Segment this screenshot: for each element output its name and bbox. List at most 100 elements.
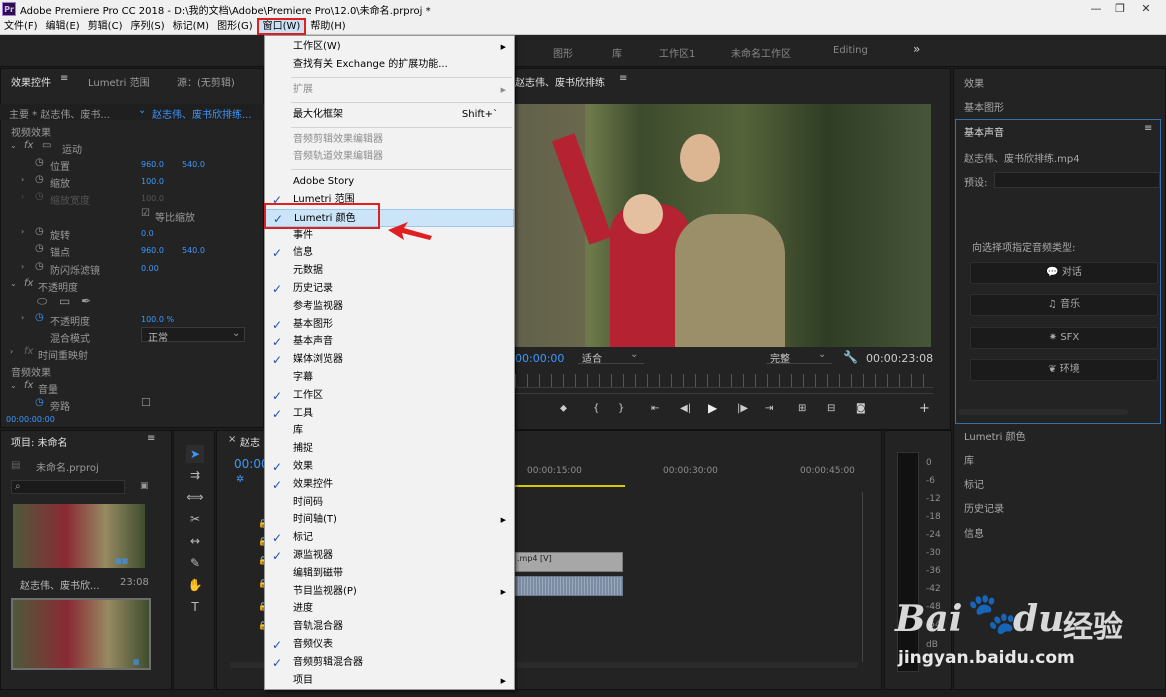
pen-icon[interactable]: ✎ (186, 554, 204, 572)
expand-icon[interactable]: › (21, 313, 24, 322)
tab-effect-controls[interactable]: 效果控件 (11, 74, 51, 89)
menu-item-15[interactable]: 元数据 (265, 262, 514, 280)
fx-icon[interactable]: fx (24, 346, 33, 357)
essential-sound-scrollbar[interactable] (958, 409, 1128, 415)
position-y-value[interactable]: 540.0 (182, 160, 205, 169)
menu-item-19[interactable]: ✓ 基本声音 (265, 333, 514, 351)
effect-controls-timecode[interactable]: 00:00:00:00 (6, 415, 55, 424)
expand-icon[interactable]: › (21, 192, 24, 201)
workspace-editing[interactable]: Editing (833, 45, 868, 56)
work-area-bar[interactable] (515, 485, 625, 487)
menu-item-31[interactable]: ✓ 源监视器 (265, 547, 514, 565)
menu-item-17[interactable]: 参考监视器 (265, 298, 514, 316)
menu-help[interactable]: 帮助(H) (306, 18, 349, 35)
menu-item-24[interactable]: 库 (265, 422, 514, 440)
music-button[interactable]: ♫ 音乐 (970, 294, 1158, 316)
stopwatch-icon[interactable]: ◷ (35, 226, 44, 237)
menu-item-0[interactable]: 工作区(W) ▶ (265, 38, 514, 56)
close-icon[interactable]: × (228, 434, 236, 445)
fx-icon[interactable]: fx (24, 278, 33, 289)
sequence-tab[interactable]: 赵志 (240, 434, 260, 449)
expand-icon[interactable]: › (21, 175, 24, 184)
position-x-value[interactable]: 960.0 (141, 160, 164, 169)
pen-mask-icon[interactable]: ✒ (81, 294, 91, 308)
menu-item-28[interactable]: 时间码 (265, 494, 514, 512)
menu-item-27[interactable]: ✓ 效果控件 (265, 476, 514, 494)
stopwatch-active-icon[interactable]: ◷ (35, 312, 44, 323)
sequence-thumbnail[interactable]: ▦ (11, 598, 151, 670)
stopwatch-icon[interactable]: ◷ (35, 243, 44, 254)
go-to-out-icon[interactable]: ⇥ (765, 403, 773, 414)
vertical-scrollbar[interactable] (862, 492, 870, 662)
program-monitor-title[interactable]: 赵志伟、废书欣排练 (515, 74, 605, 89)
panel-basic-graphics[interactable]: 基本图形 (964, 99, 1004, 114)
step-forward-icon[interactable]: |▶ (737, 403, 748, 414)
step-back-icon[interactable]: ◀| (680, 403, 691, 414)
project-title[interactable]: 项目: 未命名 (11, 434, 68, 449)
export-frame-icon[interactable]: ◙ (856, 403, 866, 414)
menu-item-26[interactable]: ✓ 效果 (265, 458, 514, 476)
collapse-icon[interactable]: ⌄ (10, 381, 17, 390)
menu-marker[interactable]: 标记(M) (169, 18, 213, 35)
menu-item-30[interactable]: ✓ 标记 (265, 529, 514, 547)
panel-menu-icon[interactable]: ≡ (147, 433, 155, 444)
menu-item-38[interactable]: 项目 ▶ (265, 672, 514, 690)
expand-icon[interactable]: › (21, 262, 24, 271)
mark-in-icon[interactable]: { (593, 403, 599, 414)
menu-item-14[interactable]: ✓ 信息 (265, 244, 514, 262)
play-icon[interactable]: ▶ (708, 401, 717, 415)
hand-icon[interactable]: ✋ (186, 576, 204, 594)
menu-graphics[interactable]: 图形(G) (213, 18, 257, 35)
clip-thumbnail[interactable]: ▦▦ (13, 504, 145, 568)
add-marker-icon[interactable]: ⬥ (560, 403, 567, 414)
project-search-input[interactable]: ⌕ (11, 480, 125, 494)
selection-tool-icon[interactable]: ➤ (186, 445, 204, 463)
video-clip[interactable]: .mp4 [V] (515, 552, 623, 572)
more-workspaces-icon[interactable]: » (913, 42, 920, 56)
menu-item-16[interactable]: ✓ 历史记录 (265, 280, 514, 298)
mark-out-icon[interactable]: } (618, 403, 624, 414)
slip-icon[interactable]: ↔ (186, 532, 204, 550)
sfx-button[interactable]: ✷ SFX (970, 327, 1158, 349)
ambience-button[interactable]: ❦ 环境 (970, 359, 1158, 381)
button-editor-icon[interactable]: + (919, 401, 930, 416)
bypass-checkbox[interactable]: ☐ (141, 396, 151, 409)
menu-item-29[interactable]: 时间轴(T) ▶ (265, 511, 514, 529)
workspace-libraries[interactable]: 库 (612, 45, 622, 60)
menu-item-10[interactable]: Adobe Story (265, 173, 514, 191)
menu-item-37[interactable]: ✓ 音频剪辑混合器 (265, 654, 514, 672)
menu-clip[interactable]: 剪辑(C) (84, 18, 127, 35)
essential-sound-title[interactable]: 基本声音 (964, 124, 1004, 139)
stopwatch-active-icon[interactable]: ◷ (35, 397, 44, 408)
scale-value[interactable]: 100.0 (141, 177, 164, 186)
wrench-icon[interactable]: 🔧 (843, 350, 858, 364)
anchor-x-value[interactable]: 960.0 (141, 246, 164, 255)
menu-file[interactable]: 文件(F) (0, 18, 42, 35)
stopwatch-icon[interactable]: ◷ (35, 191, 44, 202)
maximize-icon[interactable]: ❐ (1108, 1, 1132, 17)
dialogue-button[interactable]: 💬 对话 (970, 262, 1158, 284)
quality-select[interactable]: 完整 ⌄ (766, 349, 832, 365)
panel-lumetri-color[interactable]: Lumetri 颜色 (964, 428, 1026, 443)
tab-lumetri-scopes[interactable]: Lumetri 范围 (88, 74, 150, 89)
panel-info[interactable]: 信息 (964, 525, 984, 540)
lift-icon[interactable]: ⊞ (798, 403, 806, 414)
menu-item-20[interactable]: ✓ 媒体浏览器 (265, 351, 514, 369)
collapse-icon[interactable]: ⌄ (10, 141, 17, 150)
expand-icon[interactable]: › (10, 347, 13, 356)
stopwatch-icon[interactable]: ◷ (35, 174, 44, 185)
program-ruler[interactable] (515, 374, 933, 388)
rectangle-mask-icon[interactable]: ▭ (59, 294, 70, 308)
ellipse-mask-icon[interactable]: ⬭ (37, 294, 47, 309)
stopwatch-icon[interactable]: ◷ (35, 261, 44, 272)
close-icon[interactable]: ✕ (1134, 1, 1158, 17)
menu-item-18[interactable]: ✓ 基本图形 (265, 316, 514, 334)
program-timecode-in[interactable]: 00:00:00 (515, 352, 564, 365)
type-tool-icon[interactable]: T (186, 598, 204, 616)
anchor-y-value[interactable]: 540.0 (182, 246, 205, 255)
fx-icon[interactable]: fx (24, 140, 33, 151)
panel-effects[interactable]: 效果 (964, 75, 984, 90)
audio-clip[interactable] (515, 576, 623, 596)
fx-icon[interactable]: fx (24, 380, 33, 391)
motion-transform-icon[interactable]: ▭ (42, 140, 51, 151)
